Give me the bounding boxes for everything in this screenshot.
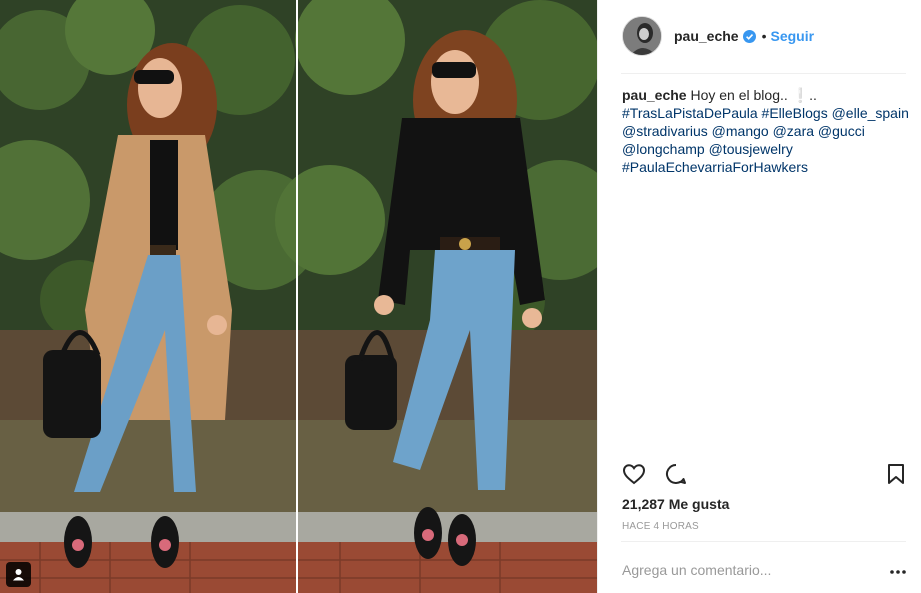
post-timestamp[interactable]: HACE 4 HORAS [622,521,699,532]
caption-trailing: .. [809,87,817,103]
post-caption: pau_eche Hoy en el blog.. ❕.. #TrasLaPis… [622,86,912,176]
bookmark-icon[interactable] [886,463,906,490]
post-side-panel: pau_eche • Seguir pau_eche Hoy en el blo… [597,0,921,593]
divider [621,73,906,74]
caption-tags-line-3[interactable]: @longchamp @tousjewelry [622,140,912,158]
heart-icon[interactable] [622,462,646,491]
header-username[interactable]: pau_eche [674,28,739,44]
post-image[interactable] [0,0,597,593]
caption-username[interactable]: pau_eche [622,87,687,103]
post-header: pau_eche • Seguir [598,0,921,72]
caption-tags-line-2[interactable]: @stradivarius @mango @zara @gucci [622,122,912,140]
caption-tags-line-1[interactable]: #TrasLaPistaDePaula #ElleBlogs @elle_spa… [622,104,912,122]
comment-icon[interactable] [664,462,688,491]
user-tag-icon[interactable] [6,562,31,587]
comment-input[interactable] [622,560,862,580]
caption-tags-line-4[interactable]: #PaulaEchevarriaForHawkers [622,158,912,176]
post-actions [598,462,921,492]
verified-badge-icon [742,29,756,43]
avatar[interactable] [622,16,662,56]
divider [621,541,906,542]
exclamation-emoji-icon: ❕ [791,87,810,103]
post-photo-illustration [0,0,597,593]
separator-dot: • [761,28,767,44]
caption-text: Hoy en el blog.. [690,87,788,103]
likes-count[interactable]: 21,287 Me gusta [622,496,729,512]
follow-button[interactable]: Seguir [771,28,815,44]
more-options-icon[interactable] [890,562,906,580]
